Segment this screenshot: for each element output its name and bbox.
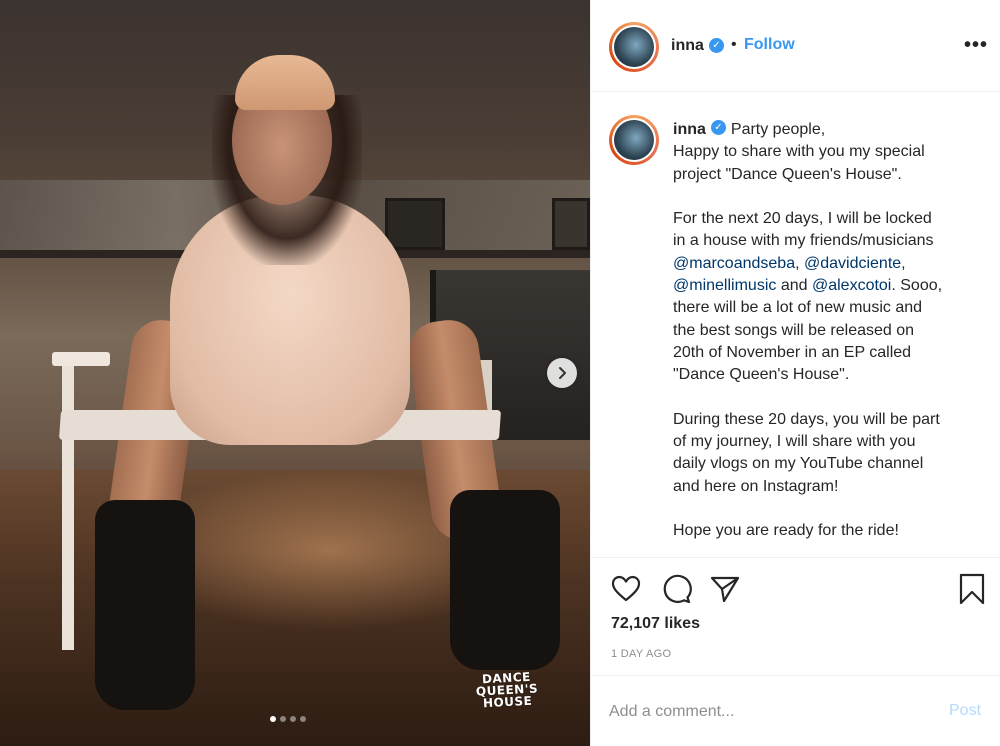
- carousel-next-button[interactable]: [547, 358, 577, 388]
- chair-leg: [62, 360, 74, 650]
- dance-queens-house-logo: DANCE QUEEN'S HOUSE: [475, 669, 539, 711]
- share-icon[interactable]: [709, 573, 741, 605]
- comment-bar: Post: [591, 675, 1000, 746]
- carousel-dot: [290, 716, 296, 722]
- mention-link[interactable]: @marcoandseba: [673, 255, 795, 272]
- post-header: inna ✓ • Follow •••: [591, 0, 1000, 92]
- person-boot: [450, 490, 560, 670]
- likes-count[interactable]: 72,107 likes: [611, 615, 700, 633]
- person-cap: [235, 55, 335, 110]
- chair-arm: [52, 352, 110, 366]
- caption-separator: ,: [795, 254, 804, 272]
- post-timestamp[interactable]: 1 DAY AGO: [611, 648, 671, 660]
- caption-first-line: Party people,: [730, 121, 826, 138]
- verified-badge-icon: ✓: [709, 38, 724, 53]
- avatar-image: [614, 27, 654, 67]
- follow-button[interactable]: Follow: [744, 36, 795, 54]
- mention-link[interactable]: @minellimusic: [673, 277, 776, 294]
- caption-body: . Sooo, there will be a lot of new music…: [673, 277, 943, 540]
- post-image[interactable]: DANCE QUEEN'S HOUSE: [0, 0, 590, 746]
- carousel-dot: [270, 716, 276, 722]
- caption-body: Happy to share with you my special proje…: [673, 143, 934, 250]
- caption-username-link[interactable]: inna: [673, 121, 706, 138]
- separator: •: [731, 36, 737, 53]
- avatar[interactable]: [609, 115, 659, 165]
- comment-icon[interactable]: [660, 573, 692, 605]
- bookmark-icon[interactable]: [956, 573, 988, 605]
- avatar-image: [614, 120, 654, 160]
- caption-separator: ,: [901, 254, 906, 272]
- mention-link[interactable]: @davidciente: [804, 255, 901, 272]
- caption-separator: and: [776, 277, 812, 295]
- chevron-right-icon: [559, 367, 566, 379]
- heart-icon[interactable]: [610, 573, 642, 605]
- post-comment-button[interactable]: Post: [949, 702, 981, 720]
- carousel-indicator: [270, 716, 306, 722]
- verified-badge-icon: ✓: [710, 120, 726, 136]
- comment-input[interactable]: [609, 700, 929, 724]
- action-bar: [591, 560, 1000, 610]
- caption-area: inna ✓ Party people, Happy to share with y…: [591, 92, 1000, 558]
- more-options-icon[interactable]: •••: [964, 34, 988, 57]
- carousel-dot: [300, 716, 306, 722]
- carousel-dot: [280, 716, 286, 722]
- username-link[interactable]: inna: [671, 37, 704, 55]
- person-boot: [95, 500, 195, 710]
- post-side-panel: inna ✓ • Follow ••• inna ✓ Party people, H…: [590, 0, 1000, 746]
- caption-text: inna ✓ Party people, Happy to share with y…: [673, 119, 983, 543]
- avatar[interactable]: [609, 22, 659, 72]
- wall-frame: [385, 198, 445, 250]
- wall-frame: [552, 198, 590, 250]
- mention-link[interactable]: @alexcotoi: [812, 277, 891, 294]
